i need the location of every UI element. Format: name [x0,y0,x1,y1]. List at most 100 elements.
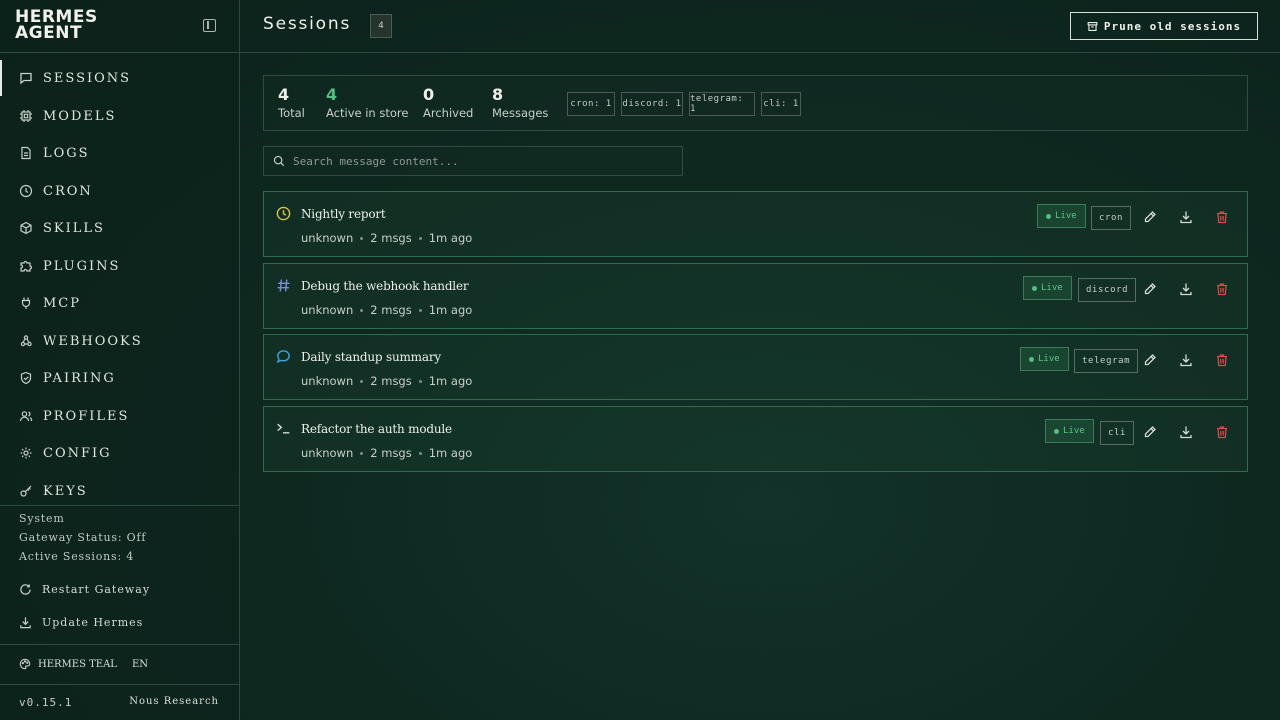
key-icon [20,485,32,497]
collapse-sidebar-icon[interactable] [203,19,216,32]
page-title: Sessions [263,14,352,34]
edit-icon[interactable] [1143,353,1157,367]
download-icon[interactable] [1179,210,1193,224]
session-count-badge: 4 [370,14,392,38]
sidebar-item-logs[interactable]: LOGS [0,135,239,171]
session-card[interactable]: Refactor the auth module unknown 2 msgs … [263,406,1248,472]
session-meta: unknown 2 msgs 1m ago [301,374,472,388]
prune-sessions-button[interactable]: Prune old sessions [1070,12,1258,40]
sidebar-item-mcp[interactable]: MCP [0,285,239,321]
session-meta: unknown 2 msgs 1m ago [301,446,472,460]
sidebar-item-label: PAIRING [43,370,116,386]
version-row: v0.15.1 Nous Research [0,685,239,720]
status-badge: Live [1037,204,1086,228]
trash-icon[interactable] [1215,210,1229,224]
session-msgs: 2 msgs [370,303,412,317]
stat-messages: 8 Messages [492,84,548,120]
download-icon[interactable] [1179,282,1193,296]
brand-header: HERMES AGENT [0,0,239,53]
sidebar-item-label: SKILLS [43,220,105,236]
status-label: Live [1041,283,1063,293]
session-msgs: 2 msgs [370,374,412,388]
source-filter-telegram[interactable]: telegram: 1 [689,92,755,116]
gear-icon [20,447,32,459]
status-label: Live [1063,426,1085,436]
palette-icon [19,658,31,670]
source-tag: cron [1091,206,1132,230]
status-label: Live [1055,211,1077,221]
stat-active: 4 Active in store [326,84,408,120]
edit-icon[interactable] [1143,210,1157,224]
theme-name: HERMES TEAL [38,658,117,670]
sidebar-item-cron[interactable]: CRON [0,173,239,209]
session-card[interactable]: Debug the webhook handler unknown 2 msgs… [263,263,1248,329]
search-icon [273,155,285,167]
restart-gateway-label: Restart Gateway [42,583,151,596]
update-hermes-label: Update Hermes [42,616,144,629]
trash-icon[interactable] [1215,425,1229,439]
edit-icon[interactable] [1143,282,1157,296]
top-bar: Sessions 4 Prune old sessions [240,0,1280,53]
sidebar-item-label: LOGS [43,145,90,161]
download-icon[interactable] [1179,353,1193,367]
session-meta: unknown 2 msgs 1m ago [301,303,472,317]
session-msgs: 2 msgs [370,446,412,460]
session-card[interactable]: Nightly report unknown 2 msgs 1m ago Liv… [263,191,1248,257]
chat-bubble-icon [276,350,290,364]
sidebar-item-plugins[interactable]: PLUGINS [0,248,239,284]
sidebar-item-models[interactable]: MODELS [0,98,239,134]
update-hermes-button[interactable]: Update Hermes [19,616,143,629]
source-filter-cron[interactable]: cron: 1 [567,92,615,116]
theme-selector[interactable]: HERMES TEAL [19,658,117,670]
sidebar-item-label: KEYS [43,483,88,499]
sidebar-item-pairing[interactable]: PAIRING [0,360,239,396]
theme-row: HERMES TEAL EN [0,645,239,685]
source-tag: cli [1100,421,1135,445]
source-filter-cli[interactable]: cli: 1 [761,92,801,116]
active-sessions-count: Active Sessions: 4 [19,550,135,563]
trash-icon[interactable] [1215,282,1229,296]
file-text-icon [21,146,31,160]
sidebar-item-skills[interactable]: SKILLS [0,210,239,246]
session-model: unknown [301,374,354,388]
brand-line-2: AGENT [15,23,83,43]
session-time: 1m ago [428,446,473,460]
status-label: Live [1038,354,1060,364]
trash-icon[interactable] [1215,353,1229,367]
download-icon [20,617,31,629]
stat-label: Archived [423,106,474,120]
stat-label: Total [278,106,305,120]
session-time: 1m ago [428,303,473,317]
search-input[interactable] [293,154,673,168]
session-model: unknown [301,231,354,245]
session-time: 1m ago [428,231,473,245]
source-tag: telegram [1074,349,1139,373]
session-title: Daily standup summary [301,350,441,364]
session-card[interactable]: Daily standup summary unknown 2 msgs 1m … [263,334,1248,400]
sidebar-item-keys[interactable]: KEYS [0,473,239,509]
language-toggle[interactable]: EN [132,659,148,670]
restart-gateway-button[interactable]: Restart Gateway [19,583,150,596]
status-badge: Live [1020,347,1069,371]
version-label: v0.15.1 [19,696,73,709]
sidebar-item-sessions[interactable]: SESSIONS [0,60,239,96]
package-icon [20,221,32,235]
sidebar-item-label: MCP [43,295,82,311]
search-box [263,146,683,176]
sidebar-item-config[interactable]: CONFIG [0,435,239,471]
sidebar-item-profiles[interactable]: PROFILES [0,398,239,434]
webhook-icon [20,335,32,347]
sidebar: HERMES AGENT SESSIONS MODELS LOGS CRON S… [0,0,240,720]
sidebar-item-webhooks[interactable]: WEBHOOKS [0,323,239,359]
shield-check-icon [20,371,32,385]
source-filter-discord[interactable]: discord: 1 [621,92,683,116]
chat-icon [20,72,32,85]
edit-icon[interactable] [1143,425,1157,439]
refresh-icon [20,584,31,595]
prune-sessions-label: Prune old sessions [1103,19,1242,33]
stat-value: 4 [326,85,338,104]
org-link[interactable]: Nous Research [129,696,219,707]
puzzle-icon [20,260,33,272]
download-icon[interactable] [1179,425,1193,439]
session-model: unknown [301,446,354,460]
